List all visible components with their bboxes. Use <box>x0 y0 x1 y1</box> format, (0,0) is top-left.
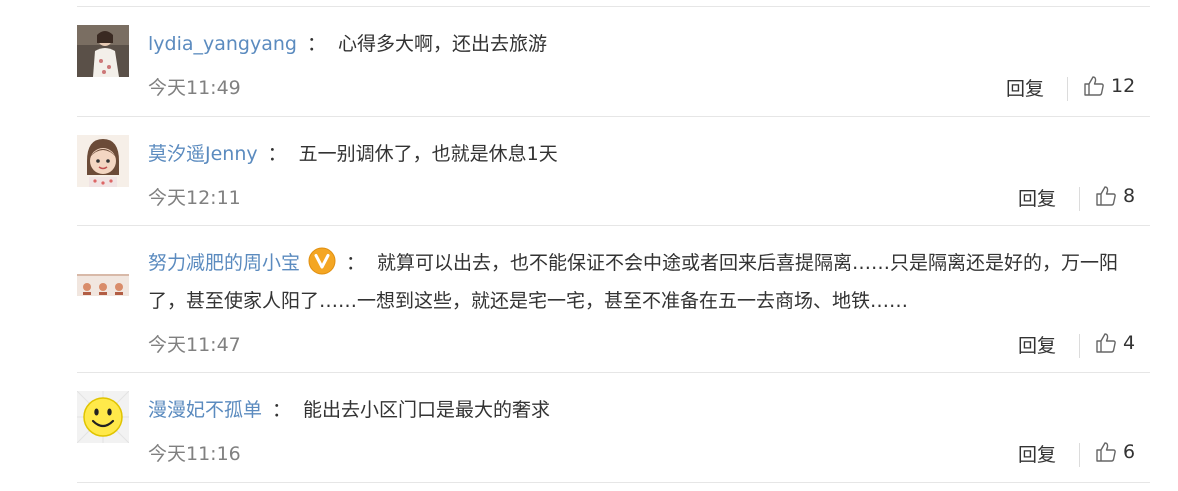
comment-text: 五一别调休了，也就是休息1天 <box>298 143 558 165</box>
username-link[interactable]: 努力减肥的周小宝 <box>148 252 300 274</box>
colon: ： <box>272 399 292 421</box>
comment-time: 今天11:16 <box>148 443 241 465</box>
comment-divider <box>77 482 1150 483</box>
comment-time: 今天11:49 <box>148 77 241 99</box>
avatar[interactable] <box>77 135 129 187</box>
action-separator <box>1079 443 1080 467</box>
username-link[interactable]: 莫汐遥Jenny <box>148 143 258 165</box>
avatar[interactable] <box>77 391 129 443</box>
comment-body: 漫漫妃不孤单 ： 能出去小区门口是最大的奢求 <box>148 391 1150 429</box>
thumbs-up-icon <box>1083 75 1105 97</box>
thumbs-up-icon <box>1095 185 1117 207</box>
like-count: 8 <box>1123 185 1136 207</box>
comment-item: 莫汐遥Jenny ： 五一别调休了，也就是休息1天 今天12:11 回复 8 <box>77 117 1150 226</box>
colon: ： <box>346 252 366 274</box>
comment-item: 漫漫妃不孤单 ： 能出去小区门口是最大的奢求 今天11:16 回复 6 <box>77 373 1150 483</box>
comment-time: 今天12:11 <box>148 187 241 209</box>
colon: ： <box>307 33 327 55</box>
like-button[interactable]: 8 <box>1095 185 1135 207</box>
thumbs-up-icon <box>1095 441 1117 463</box>
comment-body: 努力减肥的周小宝：就算可以出去，也不能保证不会中途或者回来后喜提隔离……只是隔离… <box>148 244 1150 320</box>
like-count: 4 <box>1123 332 1136 354</box>
comment-time: 今天11:47 <box>148 334 241 356</box>
username-link[interactable]: 漫漫妃不孤单 <box>148 399 262 421</box>
comment-item: 努力减肥的周小宝：就算可以出去，也不能保证不会中途或者回来后喜提隔离……只是隔离… <box>77 226 1150 373</box>
avatar[interactable] <box>77 25 129 77</box>
like-count: 12 <box>1111 75 1136 97</box>
verified-badge-icon <box>308 247 336 275</box>
thumbs-up-icon <box>1095 332 1117 354</box>
like-count: 6 <box>1123 441 1136 463</box>
reply-button[interactable]: 回复 <box>1006 74 1044 101</box>
action-separator <box>1079 334 1080 358</box>
reply-button[interactable]: 回复 <box>1018 331 1056 358</box>
reply-button[interactable]: 回复 <box>1018 440 1056 467</box>
comment-body: lydia_yangyang ： 心得多大啊，还出去旅游 <box>148 25 1150 63</box>
avatar[interactable] <box>77 244 129 296</box>
comment-text: 能出去小区门口是最大的奢求 <box>303 399 551 421</box>
comment-text: 心得多大啊，还出去旅游 <box>338 33 548 55</box>
username-link[interactable]: lydia_yangyang <box>148 33 297 55</box>
colon: ： <box>267 143 287 165</box>
like-button[interactable]: 6 <box>1095 441 1135 463</box>
action-separator <box>1067 77 1068 101</box>
comment-item: lydia_yangyang ： 心得多大啊，还出去旅游 今天11:49 回复 12 <box>77 7 1150 117</box>
comment-body: 莫汐遥Jenny ： 五一别调休了，也就是休息1天 <box>148 135 1150 173</box>
action-separator <box>1079 187 1080 211</box>
reply-button[interactable]: 回复 <box>1018 184 1056 211</box>
like-button[interactable]: 4 <box>1095 332 1135 354</box>
like-button[interactable]: 12 <box>1083 75 1135 97</box>
